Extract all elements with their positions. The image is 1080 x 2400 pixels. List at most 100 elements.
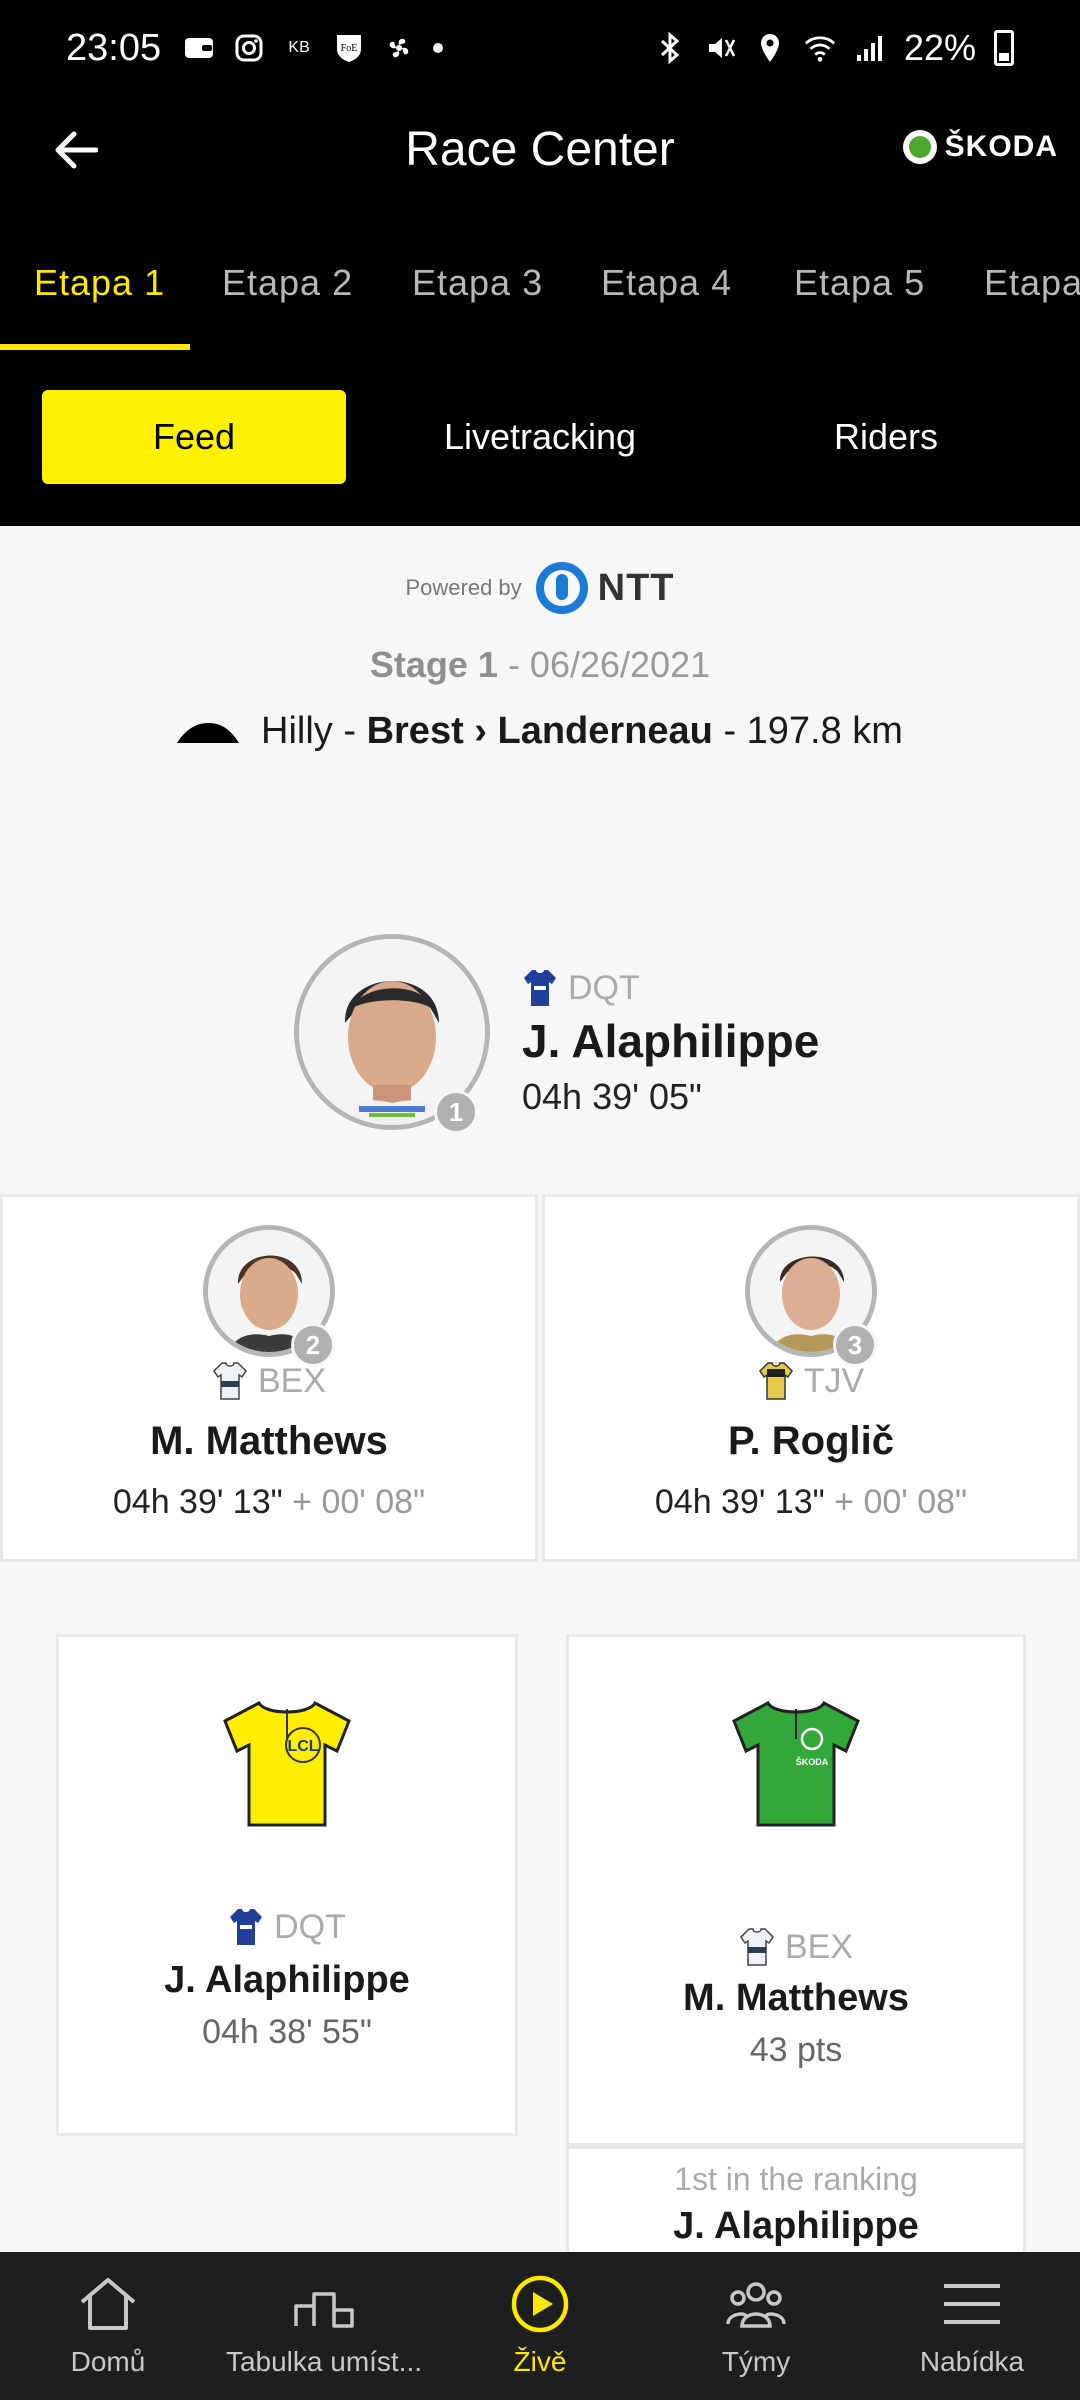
nav-home-label: Domů	[70, 2346, 146, 2377]
nav-standings[interactable]: Tabulka umíst...	[216, 2252, 432, 2400]
green-jersey-card[interactable]: ŠKODA BEX M. Matthews 43 pts	[566, 1634, 1026, 2146]
stage-distance: - 197.8 km	[712, 710, 903, 752]
team-jersey-icon	[213, 1362, 247, 1400]
nav-menu-label: Nabídka	[919, 2346, 1025, 2377]
wifi-icon	[804, 33, 836, 63]
winner-info: DQT J. Alaphilippe 04h 39' 05"	[522, 968, 819, 1118]
ntt-logo-text: NTT	[597, 566, 675, 609]
signal-icon	[854, 33, 886, 63]
classification-value: 43 pts	[749, 2031, 843, 2069]
segment-livetracking[interactable]: Livetracking	[388, 390, 692, 484]
team-row: DQT	[522, 968, 819, 1008]
more-notifications-dot	[433, 43, 444, 53]
podium-icon	[294, 2292, 354, 2328]
classification-value: 04h 38' 55"	[202, 2013, 372, 2051]
stage-date: - 06/26/2021	[497, 644, 711, 685]
team-jersey-icon	[758, 1362, 793, 1400]
powered-by-label: Powered by	[405, 575, 522, 600]
nav-teams[interactable]: Týmy	[648, 2252, 864, 2400]
tab-stage-5[interactable]: Etapa 5	[794, 262, 925, 304]
segment-feed[interactable]: Feed	[42, 390, 346, 484]
team-code: DQT	[274, 1907, 346, 1946]
stage-label: Stage 1	[369, 644, 498, 685]
home-icon	[80, 2278, 136, 2330]
battery-percent: 22%	[903, 27, 976, 68]
team-row: BEX	[569, 1927, 1023, 1967]
time-gap: + 00' 08"	[282, 1483, 426, 1521]
tab-stage-2[interactable]: Etapa 2	[222, 262, 353, 304]
team-icon	[726, 2282, 786, 2328]
ntt-logo: NTT	[535, 562, 675, 614]
stage-tabs: Etapa 1 Etapa 2 Etapa 3 Etapa 4 Etapa 5 …	[0, 204, 1080, 350]
podium-card-2[interactable]: 2 BEX M. Matthews 04h 39' 13" + 00' 08"	[0, 1194, 538, 1562]
system-icons: 22%	[654, 27, 1014, 69]
team-code: BEX	[784, 1927, 854, 1966]
podium: 2 BEX M. Matthews 04h 39' 13" + 00' 08"	[0, 1194, 1080, 1562]
rider-time: 04h 39' 13" + 00' 08"	[112, 1483, 426, 1521]
feed-segment-control: Feed Livetracking Riders	[0, 350, 1080, 526]
skoda-emblem-icon	[902, 130, 937, 164]
team-code: TJV	[803, 1361, 865, 1400]
instagram-icon	[233, 33, 265, 63]
kb-icon: KB	[288, 39, 310, 56]
team-jersey-icon	[230, 1909, 263, 1945]
time-gap: + 00' 08"	[824, 1483, 968, 1521]
wallet-icon	[183, 33, 215, 63]
powered-by: Powered by NTT	[0, 562, 1080, 614]
feed-content: Powered by NTT Stage 1 - 06/26/2021 Hill…	[0, 526, 1080, 2252]
ntt-ring-icon	[535, 562, 588, 614]
skoda-logo: ŠKODA	[902, 130, 1058, 164]
bottom-navigation: Domů Tabulka umíst... Živě Týmy Nabídka	[0, 2252, 1080, 2400]
segment-riders[interactable]: Riders	[734, 390, 1038, 484]
stage-profile: Hilly	[261, 710, 333, 752]
svg-text:FoE: FoE	[341, 43, 358, 54]
stage-route: Brest › Landerneau	[366, 710, 713, 752]
location-icon	[754, 33, 786, 63]
foe-icon: FoE	[333, 33, 365, 63]
jersey-sponsor: ŠKODA	[796, 1756, 829, 1767]
team-row: DQT	[59, 1907, 515, 1947]
status-bar: 23:05 KB FoE 22%	[0, 0, 1080, 96]
tab-stage-6[interactable]: Etapa	[984, 262, 1080, 304]
green-jersey-icon: ŠKODA	[732, 1700, 860, 1827]
podium-card-3[interactable]: 3 TJV P. Roglič 04h 39' 13" + 00' 08"	[542, 1194, 1080, 1562]
tab-stage-3[interactable]: Etapa 3	[412, 262, 543, 304]
team-code: DQT	[568, 968, 640, 1007]
menu-icon	[944, 2284, 1000, 2324]
rider-name: M. Matthews	[683, 1977, 909, 2019]
tab-stage-4[interactable]: Etapa 4	[601, 262, 732, 304]
jersey-sponsor: LCL	[287, 1738, 318, 1755]
stage-info: Stage 1 - 06/26/2021	[0, 644, 1080, 686]
battery-icon	[994, 30, 1014, 66]
brand-name: ŠKODA	[944, 130, 1058, 163]
nav-menu[interactable]: Nabídka	[864, 2252, 1080, 2400]
ranking-card[interactable]: 1st in the ranking J. Alaphilippe	[566, 2146, 1026, 2252]
yellow-jersey-icon: LCL	[223, 1700, 351, 1827]
winner-time: 04h 39' 05"	[522, 1076, 702, 1117]
winner-name: J. Alaphilippe	[522, 1015, 820, 1067]
rider-name: M. Matthews	[150, 1419, 388, 1463]
mute-icon	[704, 33, 736, 63]
team-jersey-icon	[740, 1928, 774, 1966]
ranking-rider-name: J. Alaphilippe	[673, 2205, 919, 2247]
nav-standings-label: Tabulka umíst...	[225, 2346, 423, 2377]
stage-winner[interactable]: 1 DQT J. Alaphilippe 04h 39' 05"	[0, 930, 1080, 1180]
ranking-label: 1st in the ranking	[674, 2161, 918, 2197]
status-time: 23:05	[66, 26, 162, 69]
play-icon	[511, 2275, 569, 2333]
notification-icons: KB FoE	[183, 33, 444, 63]
app-header: Race Center ŠKODA	[0, 96, 1080, 204]
team-row: TJV	[545, 1361, 1077, 1401]
nav-live[interactable]: Živě	[432, 2252, 648, 2400]
team-jersey-icon	[524, 970, 556, 1006]
tab-stage-1[interactable]: Etapa 1	[34, 262, 165, 304]
rider-name: P. Roglič	[728, 1419, 894, 1463]
yellow-jersey-card[interactable]: LCL DQT J. Alaphilippe 04h 38' 55"	[56, 1634, 518, 2136]
rider-name: J. Alaphilippe	[164, 1959, 410, 2001]
nav-home[interactable]: Domů	[0, 2252, 216, 2400]
route-info: Hilly - Brest › Landerneau - 197.8 km	[0, 710, 1080, 753]
hilly-profile-icon	[177, 722, 240, 743]
nav-teams-label: Týmy	[721, 2346, 791, 2377]
team-code: BEX	[257, 1361, 327, 1400]
team-row: BEX	[3, 1361, 535, 1401]
